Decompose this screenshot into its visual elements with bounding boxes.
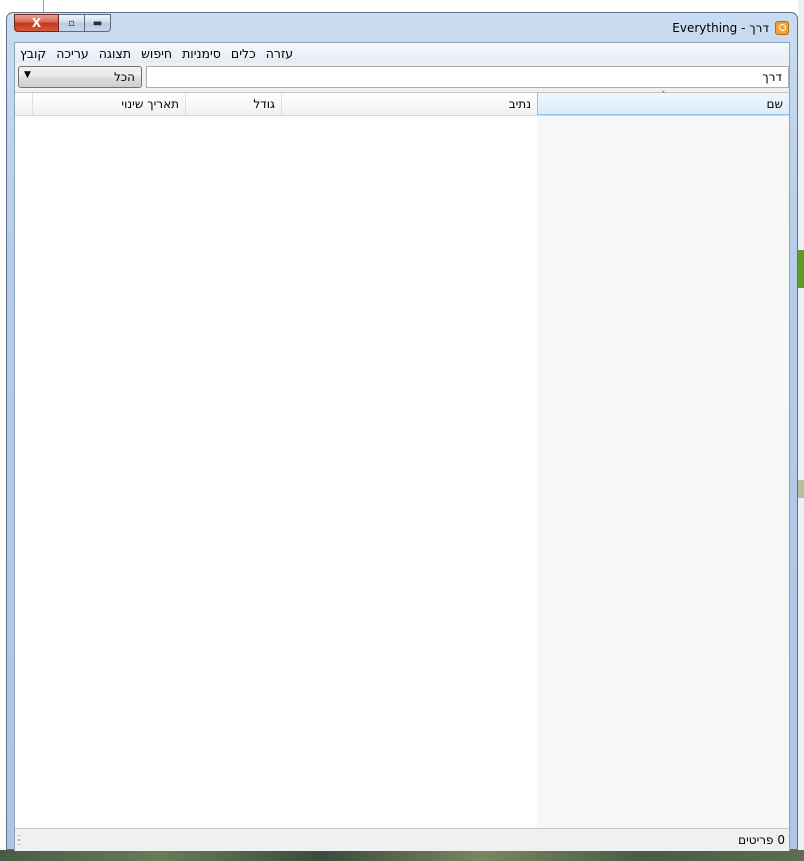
desktop-edge-line — [43, 0, 44, 12]
resize-grip-icon[interactable]: ⁚⁚ ⁚⁚ — [17, 835, 27, 847]
column-header-date-label: תאריך שינוי — [121, 97, 179, 111]
column-header-path[interactable]: נתיב — [281, 93, 537, 115]
dropdown-arrow-icon: ▼ — [24, 70, 31, 80]
maximize-icon: ▫ — [68, 17, 75, 29]
column-header-date-modified[interactable]: תאריך שינוי — [32, 93, 185, 115]
minimize-icon: ▬ — [92, 17, 103, 29]
column-header-name[interactable]: ˄ שם — [537, 91, 789, 115]
desktop-green-mark — [798, 250, 804, 288]
menu-help[interactable]: עזרה — [261, 46, 298, 61]
column-header-path-label: נתיב — [508, 97, 531, 111]
column-header: ˄ שם נתיב גודל תאריך שינוי — [15, 91, 789, 116]
filter-selected-value: הכל — [113, 70, 135, 84]
status-bar: ⁚⁚ ⁚⁚ 0 פריטים — [15, 828, 789, 851]
window-title: דרך - Everything — [672, 21, 769, 35]
column-header-filler — [15, 93, 32, 115]
menu-tools[interactable]: כלים — [226, 46, 261, 61]
desktop-behind-window — [798, 0, 804, 850]
results-list[interactable]: ˄ שם נתיב גודל תאריך שינוי — [15, 91, 789, 828]
search-input[interactable] — [146, 66, 789, 88]
menu-view[interactable]: תצוגה — [94, 46, 136, 61]
close-button[interactable]: X — [14, 14, 59, 32]
desktop-mark — [798, 480, 804, 498]
menu-file[interactable]: קובץ — [15, 46, 51, 61]
sort-ascending-icon: ˄ — [661, 91, 666, 101]
everything-window: X ▫ ▬ דרך - Everything קובץ עריכה תצוגה … — [6, 12, 798, 851]
column-header-name-label: שם — [766, 97, 783, 111]
menu-bar: קובץ עריכה תצוגה חיפוש סימניות כלים עזרה — [15, 43, 789, 63]
client-area: קובץ עריכה תצוגה חיפוש סימניות כלים עזרה… — [14, 42, 790, 851]
minimize-button[interactable]: ▬ — [85, 14, 111, 32]
menu-edit[interactable]: עריכה — [51, 46, 93, 61]
status-item-count: 0 פריטים — [738, 833, 785, 847]
maximize-button[interactable]: ▫ — [59, 14, 85, 32]
caption-buttons: X ▫ ▬ — [14, 14, 111, 34]
title-bar[interactable]: X ▫ ▬ דרך - Everything — [7, 13, 797, 45]
name-column-shading — [537, 116, 789, 828]
menu-search[interactable]: חיפוש — [136, 46, 177, 61]
filter-dropdown[interactable]: הכל ▼ — [18, 66, 142, 88]
close-icon: X — [31, 16, 42, 30]
column-header-size-label: גודל — [253, 97, 275, 111]
search-row: הכל ▼ — [15, 65, 789, 91]
taskbar-strip — [0, 850, 804, 861]
menu-bookmarks[interactable]: סימניות — [177, 46, 226, 61]
everything-app-icon[interactable] — [775, 21, 789, 35]
column-header-size[interactable]: גודל — [185, 93, 281, 115]
